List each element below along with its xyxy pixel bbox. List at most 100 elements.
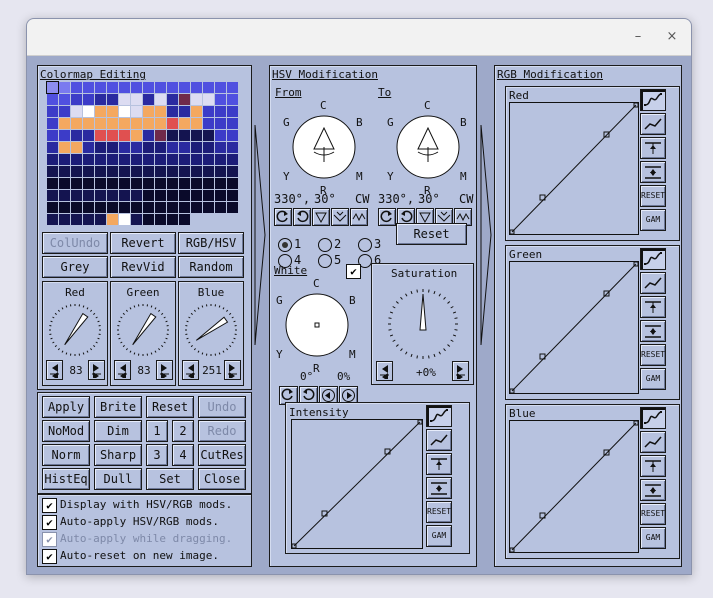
intensity-trunc-icon[interactable] <box>426 477 452 499</box>
colormap-cell[interactable] <box>71 154 82 165</box>
colormap-cell[interactable] <box>95 94 106 105</box>
colormap-cell[interactable] <box>203 178 214 189</box>
colormap-cell[interactable] <box>179 178 190 189</box>
colormap-cell[interactable] <box>59 142 70 153</box>
intensity-smooth-icon[interactable] <box>426 405 452 427</box>
blue-flat-icon[interactable] <box>640 455 666 477</box>
colormap-cell[interactable] <box>71 142 82 153</box>
colormap-cell[interactable] <box>83 142 94 153</box>
colormap-cell[interactable] <box>143 94 154 105</box>
colormap-cell[interactable] <box>47 202 58 213</box>
colormap-cell[interactable] <box>95 202 106 213</box>
colormap-cell[interactable] <box>83 214 94 225</box>
red-linear-icon[interactable] <box>640 113 666 135</box>
colormap-cell[interactable] <box>47 214 58 225</box>
colormap-cell[interactable] <box>203 82 214 93</box>
colormap-cell[interactable] <box>46 81 59 94</box>
colormap-cell[interactable] <box>119 82 130 93</box>
colormap-cell[interactable] <box>47 94 58 105</box>
green-linear-icon[interactable] <box>640 272 666 294</box>
colormap-cell[interactable] <box>107 94 118 105</box>
revert-button[interactable]: Revert <box>110 232 176 254</box>
hsv-band-radio-1[interactable] <box>278 238 292 252</box>
colormap-cell[interactable] <box>119 154 130 165</box>
grey-button[interactable]: Grey <box>42 256 108 278</box>
colormap-cell[interactable] <box>203 154 214 165</box>
colormap-cell[interactable] <box>191 154 202 165</box>
colormap-cell[interactable] <box>59 190 70 201</box>
colormap-cell[interactable] <box>95 178 106 189</box>
colormap-cell[interactable] <box>167 130 178 141</box>
saturation-increase-button[interactable] <box>452 361 469 381</box>
colormap-cell[interactable] <box>71 94 82 105</box>
from-flip-icon[interactable] <box>312 208 330 226</box>
red-flat-icon[interactable] <box>640 137 666 159</box>
norm-button[interactable]: Norm <box>42 444 90 466</box>
colormap-cell[interactable] <box>131 202 142 213</box>
colormap-cell[interactable] <box>83 118 94 129</box>
from-hue-wheel[interactable]: CGBYMR <box>279 99 369 197</box>
colormap-cell[interactable] <box>83 130 94 141</box>
saturation-decrease-button[interactable] <box>376 361 393 381</box>
close-button[interactable]: Close <box>198 468 246 490</box>
colormap-cell[interactable] <box>167 202 178 213</box>
colormap-cell[interactable] <box>107 202 118 213</box>
red-reset-button[interactable]: RESET <box>640 185 666 207</box>
4-button[interactable]: 4 <box>172 444 194 466</box>
colormap-cell[interactable] <box>47 190 58 201</box>
colormap-cell[interactable] <box>83 106 94 117</box>
colormap-cell[interactable] <box>155 82 166 93</box>
colormap-cell[interactable] <box>131 178 142 189</box>
colormap-cell[interactable] <box>131 82 142 93</box>
colormap-cell[interactable] <box>71 130 82 141</box>
colormap-cell[interactable] <box>167 178 178 189</box>
colormap-cell[interactable] <box>155 130 166 141</box>
intensity-flat-icon[interactable] <box>426 453 452 475</box>
colormap-cell[interactable] <box>71 214 82 225</box>
colormap-cell[interactable] <box>83 94 94 105</box>
green-reset-button[interactable]: RESET <box>640 344 666 366</box>
colormap-cell[interactable] <box>107 142 118 153</box>
red-increase-button[interactable] <box>88 360 105 380</box>
colormap-cell[interactable] <box>179 214 190 225</box>
intensity-linear-icon[interactable] <box>426 429 452 451</box>
nomod-button[interactable]: NoMod <box>42 420 90 442</box>
colormap-cell[interactable] <box>107 214 118 225</box>
colormap-cell[interactable] <box>215 130 226 141</box>
colormap-cell[interactable] <box>143 154 154 165</box>
colormap-cell[interactable] <box>167 214 178 225</box>
close-icon[interactable]: × <box>663 28 681 46</box>
colormap-cell[interactable] <box>47 106 58 117</box>
colormap-cell[interactable] <box>191 178 202 189</box>
histeq-button[interactable]: HistEq <box>42 468 90 490</box>
3-button[interactable]: 3 <box>146 444 168 466</box>
colormap-cell[interactable] <box>203 106 214 117</box>
red-dial[interactable] <box>47 302 103 358</box>
colormap-cell[interactable] <box>155 154 166 165</box>
intensity-curve-plot[interactable] <box>291 419 423 549</box>
colormap-cell[interactable] <box>131 154 142 165</box>
colormap-cell[interactable] <box>191 190 202 201</box>
colormap-cell[interactable] <box>47 166 58 177</box>
hsv-band-radio-2[interactable] <box>318 238 332 252</box>
colormap-cell[interactable] <box>143 82 154 93</box>
blue-smooth-icon[interactable] <box>640 407 666 429</box>
red-smooth-icon[interactable] <box>640 89 666 111</box>
colundo-button[interactable]: ColUndo <box>42 232 108 254</box>
blue-increase-button[interactable] <box>224 360 241 380</box>
colormap-cell[interactable] <box>71 118 82 129</box>
colormap-cell[interactable] <box>107 118 118 129</box>
option-checkbox-3[interactable]: ✔ <box>42 532 57 547</box>
brite-button[interactable]: Brite <box>94 396 142 418</box>
colormap-cell[interactable] <box>179 94 190 105</box>
colormap-cell[interactable] <box>71 166 82 177</box>
colormap-cell[interactable] <box>227 82 238 93</box>
colormap-cell[interactable] <box>59 94 70 105</box>
colormap-cell[interactable] <box>107 154 118 165</box>
option-checkbox-1[interactable]: ✔ <box>42 498 57 513</box>
colormap-cell[interactable] <box>83 154 94 165</box>
colormap-cell[interactable] <box>179 166 190 177</box>
colormap-cell[interactable] <box>203 190 214 201</box>
colormap-cell[interactable] <box>191 142 202 153</box>
colormap-cell[interactable] <box>143 190 154 201</box>
